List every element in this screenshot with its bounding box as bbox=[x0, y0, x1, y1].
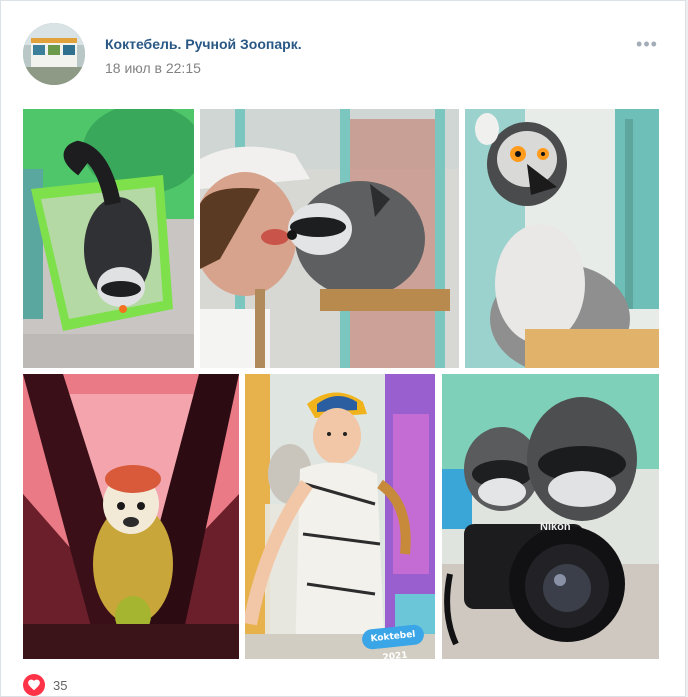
squirrel-monkey-in-hammock-photo[interactable] bbox=[23, 374, 239, 659]
raccoon-in-green-basin-photo[interactable] bbox=[23, 109, 194, 368]
girl-feeding-raccoon-photo[interactable] bbox=[200, 109, 459, 368]
likes-count: 35 bbox=[53, 677, 68, 693]
author-name[interactable]: Коктебель. Ручной Зоопарк. bbox=[105, 36, 302, 52]
raccoons-with-nikon-camera-photo[interactable]: Nikon bbox=[442, 374, 659, 659]
heart-icon bbox=[23, 674, 45, 696]
ring-tailed-lemur-photo[interactable] bbox=[465, 109, 659, 368]
post-card: Коктебель. Ручной Зоопарк. 18 июл в 22:1… bbox=[0, 0, 686, 697]
more-dots-icon[interactable]: ••• bbox=[634, 35, 660, 53]
community-avatar[interactable] bbox=[23, 23, 85, 85]
post-date[interactable]: 18 июл в 22:15 bbox=[105, 60, 201, 76]
camera-brand-label: Nikon bbox=[540, 521, 571, 533]
like-button[interactable]: 35 bbox=[23, 674, 67, 696]
boy-in-cap-photo[interactable]: Koktebel 2021 bbox=[245, 374, 435, 659]
